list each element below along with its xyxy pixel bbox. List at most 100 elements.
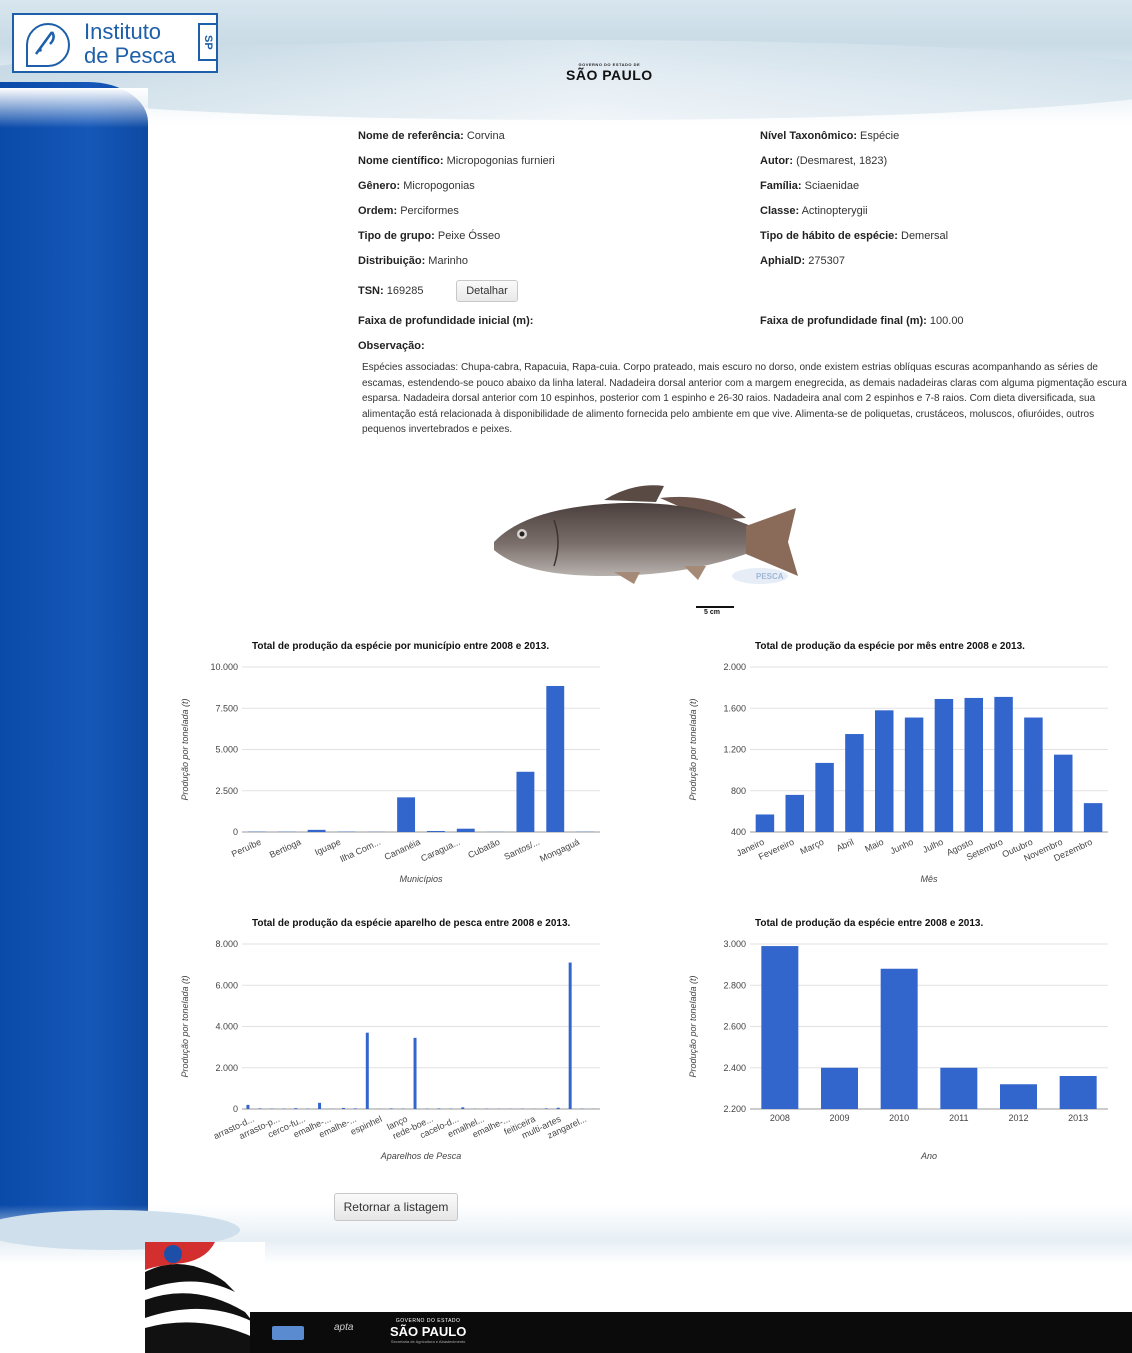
x-axis-title: Ano <box>920 1151 937 1161</box>
x-tick-label: 2009 <box>829 1113 849 1123</box>
species-field-label: Autor: <box>760 155 793 167</box>
bar <box>318 1102 322 1109</box>
y-tick-label: 2.800 <box>723 980 746 990</box>
bar <box>1024 717 1043 832</box>
species-field-value: (Desmarest, 1823) <box>796 155 888 167</box>
gov-sp-header-logo: GOVERNO DO ESTADO DE SÃO PAULO <box>566 62 653 83</box>
y-tick-label: 2.000 <box>723 662 746 672</box>
species-field-label: Tipo de hábito de espécie: <box>760 230 898 242</box>
bar <box>246 1104 250 1109</box>
species-field-left-4: Tipo de grupo: Peixe Ósseo <box>358 230 500 242</box>
x-tick-label: 2012 <box>1008 1113 1028 1123</box>
fish-photo: PESCA <box>494 485 798 584</box>
instituto-de-pesca-logo[interactable]: Instituto de Pesca SP <box>12 13 218 73</box>
y-tick-label: 800 <box>731 786 746 796</box>
scale-bar <box>696 606 734 608</box>
species-field-left-2: Gênero: Micropogonias <box>358 180 475 192</box>
species-field-left-0: Nome de referência: Corvina <box>358 130 505 142</box>
scale-label: 5 cm <box>704 609 720 616</box>
species-field-label: Distribuição: <box>358 255 426 267</box>
bar <box>258 1108 262 1109</box>
y-axis-title: Produção por tonelada (t) <box>180 698 190 800</box>
x-tick-label: Cubatão <box>466 837 501 860</box>
bar <box>815 762 834 832</box>
chart-municipio: 02.5005.0007.50010.000Peruíbe Bertioga Igu… <box>180 662 600 884</box>
x-tick-label: Cananéia <box>383 837 422 862</box>
x-axis-title: Municípios <box>399 874 443 884</box>
species-field-label: Nome de referência: <box>358 130 464 142</box>
footer-gov-logo[interactable]: GOVERNO DO ESTADO SÃO PAULO Secretaria d… <box>390 1318 466 1344</box>
bar <box>413 1037 417 1109</box>
bar <box>544 1108 548 1109</box>
bar <box>568 962 572 1109</box>
chart-mes-title: Total de produção da espécie por mês ent… <box>755 641 1025 652</box>
y-tick-label: 10.000 <box>210 662 238 672</box>
species-field-right-1: Autor: (Desmarest, 1823) <box>760 155 887 167</box>
logo-sp-badge: SP <box>198 23 218 61</box>
species-field-right-2: Família: Sciaenidae <box>760 180 859 192</box>
bar <box>785 794 804 832</box>
fishhook-icon <box>26 23 70 67</box>
species-field-right-5: AphialD: 275307 <box>760 255 845 267</box>
depth-final-row: Faixa de profundidade final (m): 100.00 <box>760 315 964 327</box>
y-tick-label: 2.000 <box>215 1063 238 1073</box>
species-field-right-4: Tipo de hábito de espécie: Demersal <box>760 230 948 242</box>
species-field-label: Tipo de grupo: <box>358 230 435 242</box>
x-tick-label: 2010 <box>889 1113 909 1123</box>
x-tick-label: Santos/... <box>502 837 541 862</box>
y-axis-title: Produção por tonelada (t) <box>688 698 698 800</box>
observation-text: Espécies associadas: Chupa-cabra, Rapacu… <box>362 362 1127 435</box>
species-field-value: Actinopterygii <box>801 205 868 217</box>
y-tick-label: 3.000 <box>723 939 746 949</box>
chart-mes: 4008001.2001.6002.000JaneiroFevereiro Mar… <box>688 662 1108 884</box>
x-tick-label: Ilha Com... <box>338 837 382 864</box>
y-tick-label: 0 <box>233 1104 238 1114</box>
bar <box>294 1108 298 1109</box>
species-field-left-1: Nome científico: Micropogonias furnieri <box>358 155 555 167</box>
x-axis-title: Aparelhos de Pesca <box>380 1151 462 1161</box>
footer-pesca-logo[interactable] <box>272 1326 304 1340</box>
chart-municipio-title: Total de produção da espécie por municíp… <box>252 641 550 652</box>
y-tick-label: 2.500 <box>215 786 238 796</box>
tsn-value: 169285 <box>386 285 424 297</box>
y-tick-label: 2.600 <box>723 1022 746 1032</box>
y-tick-label: 4.000 <box>215 1022 238 1032</box>
bar <box>964 697 983 832</box>
y-tick-label: 2.200 <box>723 1104 746 1114</box>
bar <box>940 1067 978 1109</box>
y-tick-label: 6.000 <box>215 980 238 990</box>
species-field-value: Micropogonias furnieri <box>446 155 555 167</box>
y-tick-label: 400 <box>731 827 746 837</box>
bar <box>461 1107 465 1109</box>
footer-apta-logo[interactable]: apta <box>334 1322 353 1333</box>
logo-text-line2: de Pesca <box>84 43 176 68</box>
depth-final-label: Faixa de profundidade final (m): <box>760 315 927 327</box>
bar <box>426 831 445 832</box>
return-to-list-button[interactable]: Retornar a listagem <box>334 1193 458 1221</box>
observation-label: Observação: <box>358 340 425 352</box>
species-field-left-5: Distribuição: Marinho <box>358 255 468 267</box>
left-blue-bar <box>0 82 148 1242</box>
tsn-row: TSN: 169285 <box>358 285 423 297</box>
bar <box>341 1107 345 1109</box>
x-tick-label: 2011 <box>949 1113 968 1123</box>
bar <box>389 1108 393 1109</box>
x-tick-label: 2013 <box>1068 1113 1088 1123</box>
bar <box>365 1032 369 1109</box>
bar <box>556 1107 560 1109</box>
species-field-label: AphialD: <box>760 255 806 267</box>
species-field-label: Gênero: <box>358 180 401 192</box>
bar <box>761 946 799 1109</box>
x-tick-label: Junho <box>888 837 914 856</box>
species-field-value: Espécie <box>860 130 900 142</box>
species-field-label: Ordem: <box>358 205 398 217</box>
detail-button[interactable]: Detalhar <box>456 280 518 302</box>
species-field-right-3: Classe: Actinopterygii <box>760 205 868 217</box>
species-field-left-3: Ordem: Perciformes <box>358 205 459 217</box>
y-tick-label: 7.500 <box>215 703 238 713</box>
bar <box>353 1108 357 1109</box>
bar <box>934 698 954 832</box>
species-field-value: Corvina <box>466 130 505 142</box>
depth-initial-label: Faixa de profundidade inicial (m): <box>358 315 534 327</box>
bar <box>437 1108 441 1109</box>
